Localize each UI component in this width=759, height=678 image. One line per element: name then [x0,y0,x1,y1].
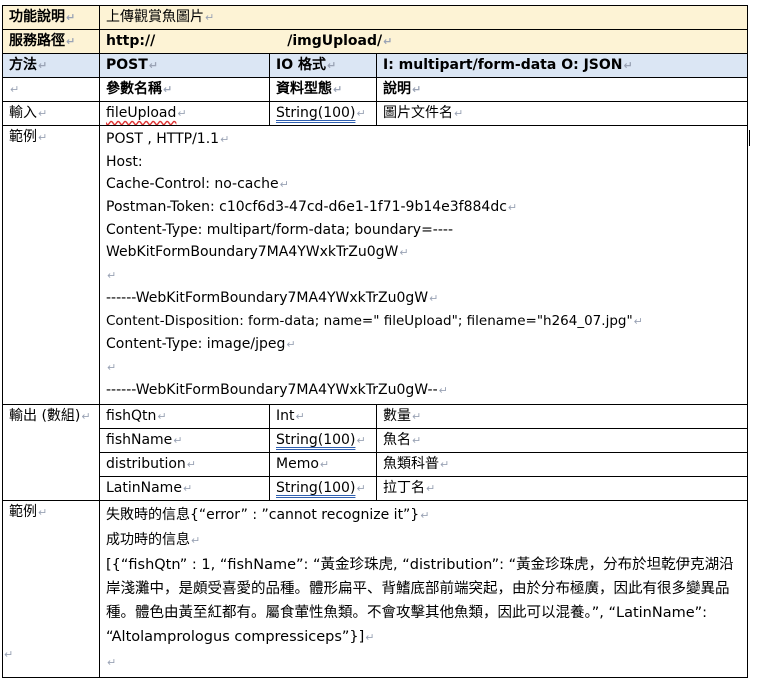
input-label: 輸入↵ [2,101,100,126]
example-line: Content-Type: multipart/form-data; bound… [106,222,454,238]
example-line: Content-Type: image/jpeg↵ [106,336,296,352]
method-row: 方法↵ POST↵ IO 格式↵ I: multipart/form-data … [2,53,748,78]
param-header-empty: ↵ [2,77,100,102]
param-name-header: 參數名稱↵ [99,77,270,102]
output-desc: 數量↵ [376,404,748,429]
output-type: Memo↵ [269,452,377,477]
output-row: fishName↵ String(100)↵ 魚名↵ [3,428,748,453]
service-path-value: http:///imgUpload/↵ [99,29,748,54]
function-value: 上傳觀賞魚圖片↵ [99,5,748,30]
example-line: Postman-Token: c10cf6d3-47cd-d6e1-1f71-9… [106,199,518,215]
output-name: LatinName↵ [99,476,270,501]
param-header-row: ↵ 參數名稱↵ 資料型態↵ 說明↵ [2,77,748,102]
example-line: Content-Disposition: form-data; name=" f… [106,313,643,329]
output-desc: 拉丁名↵ [376,476,748,501]
output-name: distribution↵ [99,452,270,477]
param-desc-header: 說明↵ [376,77,748,102]
response-example-row: 範例↵ 失敗時的信息{“error” : ”cannot recognize i… [2,500,748,678]
service-path-row: 服務路徑↵ http:///imgUpload/↵ [2,29,748,54]
response-example-body: 失敗時的信息{“error” : ”cannot recognize it”}↵… [99,500,748,678]
function-row: 功能說明↵ 上傳觀賞魚圖片↵ [2,5,748,30]
output-row: distribution↵ Memo↵ 魚類科普↵ [3,452,748,477]
example-line: Host: [106,154,143,170]
service-path-label: 服務路徑↵ [2,29,100,54]
example-line: ------WebKitFormBoundary7MA4YWxkTrZu0gW-… [106,382,448,398]
request-example-body: POST , HTTP/1.1↵ Host: Cache-Control: no… [99,125,748,405]
api-spec-document: 功能說明↵ 上傳觀賞魚圖片↵ 服務路徑↵ http:///imgUpload/↵… [2,5,748,678]
input-desc: 圖片文件名↵ [376,101,748,126]
output-row: 輸出 (數組)↵ fishQtn↵ Int↵ 數量↵ [2,404,748,501]
output-name: fishQtn↵ [99,404,270,429]
api-spec-table: 功能說明↵ 上傳觀賞魚圖片↵ 服務路徑↵ http:///imgUpload/↵… [2,5,748,678]
request-example-label: 範例↵ [2,125,100,405]
example-line: WebKitFormBoundary7MA4YWxkTrZu0gW↵ [106,244,409,260]
output-row: LatinName↵ String(100)↵ 拉丁名↵ [3,476,748,501]
example-line: Cache-Control: no-cache↵ [106,176,289,192]
io-format-label: IO 格式↵ [269,53,377,78]
input-row: 輸入↵ fileUpload↵ String(100)↵ 圖片文件名↵ [2,101,748,126]
example-line: ↵ [107,361,117,374]
io-format-value: I: multipart/form-data O: JSON↵ [376,53,748,78]
output-type: Int↵ [269,404,377,429]
output-label: 輸出 (數組)↵ [2,404,100,501]
output-type: String(100)↵ [269,428,377,453]
output-desc: 魚類科普↵ [376,452,748,477]
text-cursor [749,130,750,146]
output-name: fishName↵ [99,428,270,453]
response-example-label: 範例↵ [2,500,100,678]
input-name: fileUpload↵ [99,101,270,126]
method-value: POST↵ [99,53,270,78]
input-type: String(100)↵ [269,101,377,126]
param-type-header: 資料型態↵ [269,77,377,102]
function-label: 功能說明↵ [2,5,100,30]
output-type: String(100)↵ [269,476,377,501]
method-label: 方法↵ [2,53,100,78]
example-line: ↵ [107,269,117,282]
trailing-paragraph: ↵ [107,656,117,669]
output-desc: 魚名↵ [376,428,748,453]
success-label: 成功時的信息↵ [106,532,201,548]
fail-message: 失敗時的信息{“error” : ”cannot recognize it”}↵ [106,507,430,523]
success-json: [{“fishQtn” : 1, “fishName”: “黃金珍珠虎, “di… [106,557,734,645]
end-paragraph-mark: ↵ [4,648,14,661]
request-example-row: 範例↵ POST , HTTP/1.1↵ Host: Cache-Control… [2,125,748,405]
example-line: POST , HTTP/1.1↵ [106,131,230,147]
example-line: ------WebKitFormBoundary7MA4YWxkTrZu0gW↵ [106,290,439,306]
